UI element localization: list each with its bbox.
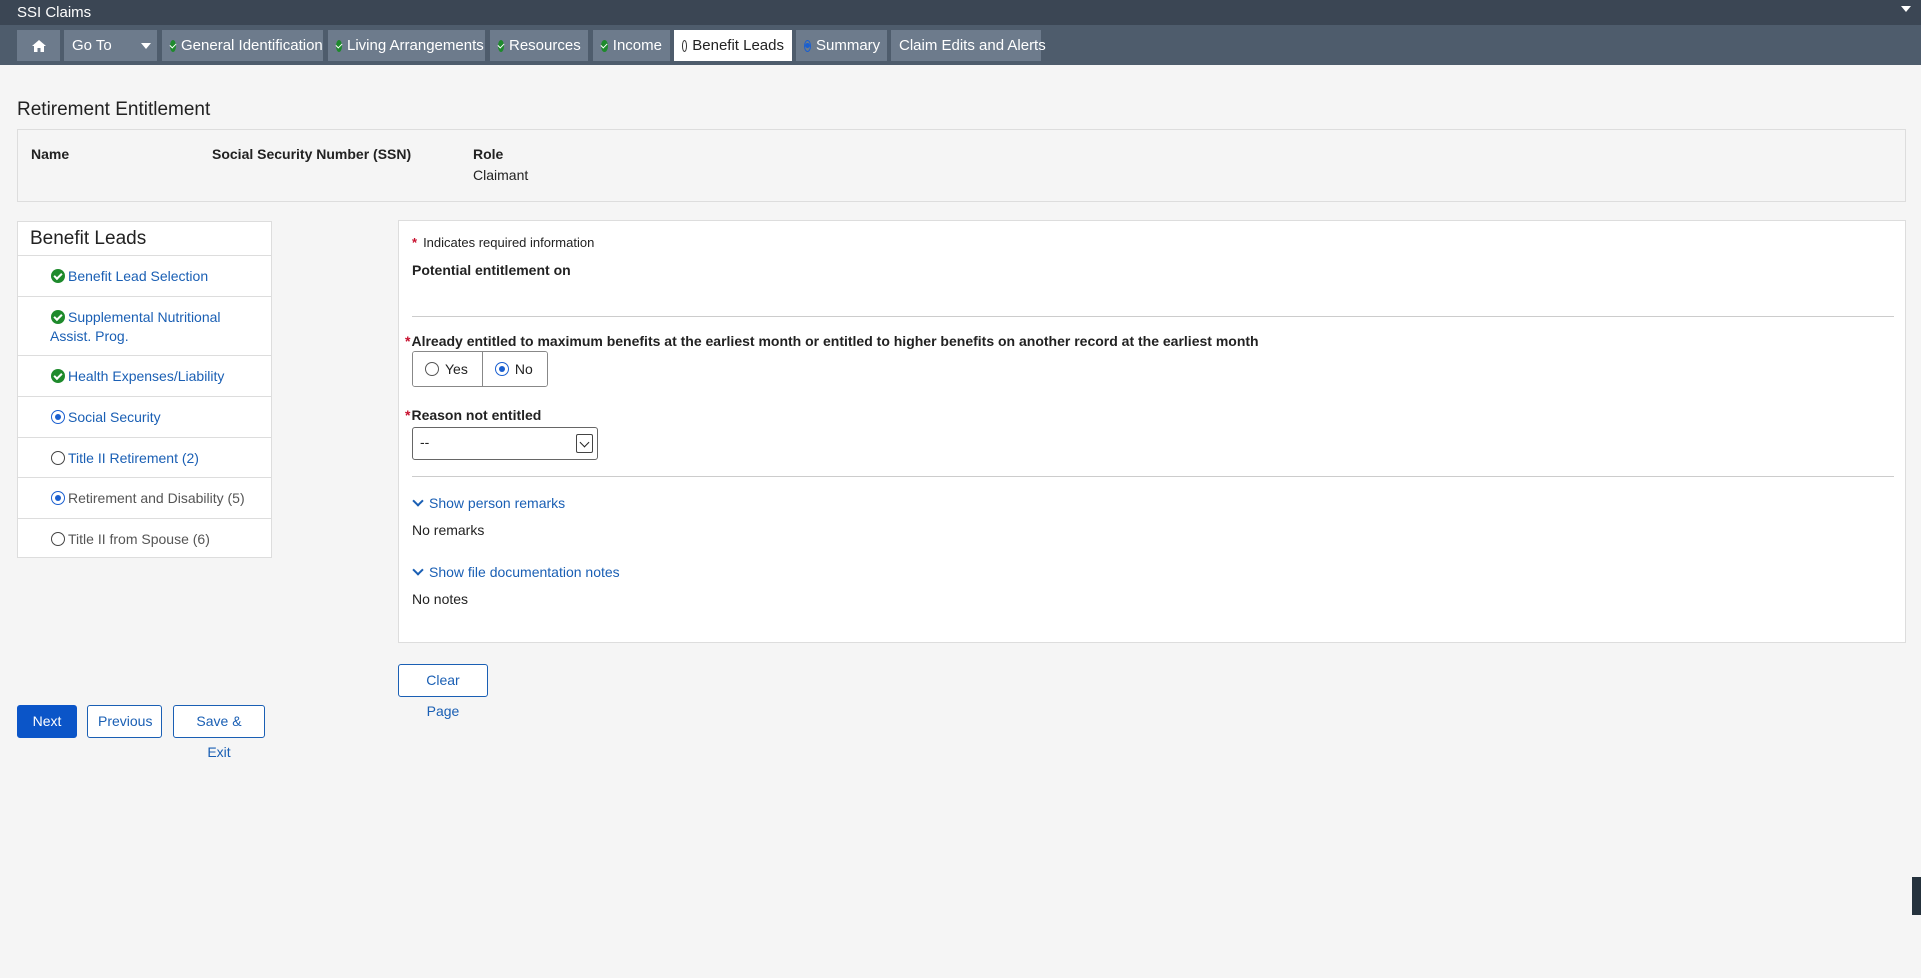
ssn-header: Social Security Number (SSN) [212, 146, 412, 162]
sidebar-item-label: Retirement and Disability (5) [68, 490, 245, 506]
radio-selected-icon [494, 362, 509, 376]
question-text: Already entitled to maximum benefits at … [411, 333, 1259, 349]
divider [412, 476, 1894, 477]
in-progress-icon [51, 491, 65, 505]
tab-benefit-leads[interactable]: Benefit Leads [674, 30, 792, 61]
tab-label: Living Arrangements [347, 37, 484, 54]
tab-label: General Identification [181, 37, 323, 54]
tab-label: Resources [509, 37, 581, 54]
sidebar-item-benefit-lead-selection[interactable]: Benefit Lead Selection [18, 256, 271, 297]
tab-label: Claim Edits and Alerts [899, 37, 1046, 54]
sidebar-item-label: Social Security [68, 409, 161, 425]
tab-general-identification[interactable]: General Identification [162, 30, 323, 61]
in-progress-icon [51, 410, 65, 424]
empty-circle-icon [682, 39, 688, 52]
check-icon [336, 39, 342, 52]
tab-label: Income [612, 37, 662, 54]
main-navigation: Go To General Identification Living Arra… [0, 25, 1921, 65]
sidebar-item-title-ii-retirement[interactable]: Title II Retirement (2) [18, 438, 271, 478]
sidebar-item-label: Title II Retirement (2) [68, 450, 199, 466]
chevron-down-icon [412, 564, 424, 576]
empty-circle-icon [51, 451, 65, 465]
person-summary: Name Social Security Number (SSN) Role C… [17, 129, 1906, 202]
show-file-documentation-notes-link[interactable]: Show file documentation notes [412, 564, 620, 580]
section-heading: Potential entitlement on [412, 262, 571, 278]
goto-label: Go To [72, 37, 112, 54]
required-star: * [412, 235, 418, 250]
sidebar-item-health-expenses[interactable]: Health Expenses/Liability [18, 356, 271, 397]
next-button[interactable]: Next [17, 705, 77, 738]
required-star: * [405, 333, 411, 349]
role-value: Claimant [473, 167, 529, 183]
app-title: SSI Claims [17, 4, 92, 21]
scrollbar-thumb[interactable] [1912, 877, 1921, 915]
tab-resources[interactable]: Resources [490, 30, 588, 61]
home-icon [31, 39, 46, 52]
sidebar-item-label: Supplemental Nutritional Assist. Prog. [50, 309, 221, 344]
radio-no[interactable]: No [481, 352, 547, 386]
required-note-text: Indicates required information [423, 235, 595, 250]
check-icon [498, 39, 504, 52]
tab-label: Summary [816, 37, 881, 54]
radio-label: Yes [445, 361, 468, 377]
remarks-value: No remarks [412, 522, 485, 538]
save-and-exit-button[interactable]: Save & Exit [173, 705, 265, 760]
sidebar-item-label: Title II from Spouse (6) [68, 531, 210, 547]
tab-income[interactable]: Income [593, 30, 670, 61]
check-icon [51, 369, 65, 383]
goto-menu-button[interactable]: Go To [64, 30, 157, 61]
sidebar-title: Benefit Leads [18, 222, 271, 256]
select-value: -- [420, 434, 430, 450]
link-label: Show person remarks [429, 495, 566, 511]
retirement-entitlement-form: * Indicates required information Potentia… [398, 220, 1906, 643]
tab-claim-edits-and-alerts[interactable]: Claim Edits and Alerts [891, 30, 1046, 61]
required-star: * [405, 407, 411, 423]
chevron-down-icon [140, 42, 151, 49]
sidebar-item-label: Benefit Lead Selection [68, 268, 209, 284]
radio-unselected-icon [425, 362, 439, 376]
in-progress-icon [804, 39, 811, 52]
max-benefits-radio-group: Yes No [412, 351, 548, 387]
check-icon [51, 310, 65, 324]
notes-value: No notes [412, 591, 469, 607]
tab-living-arrangements[interactable]: Living Arrangements [328, 30, 485, 61]
page-title: Retirement Entitlement [17, 99, 211, 120]
sidebar-item-retirement-and-disability[interactable]: Retirement and Disability (5) [18, 478, 271, 519]
name-header: Name [31, 146, 70, 162]
radio-yes[interactable]: Yes [413, 352, 482, 386]
check-icon [170, 39, 176, 52]
chevron-down-icon[interactable] [576, 434, 593, 453]
clear-page-button[interactable]: Clear Page [398, 664, 488, 719]
q-max-benefits-label: *Already entitled to maximum benefits at… [405, 333, 1259, 349]
window-menu-caret-icon[interactable] [1901, 6, 1911, 12]
chevron-down-icon [412, 495, 424, 507]
sidebar-item-snap[interactable]: Supplemental Nutritional Assist. Prog. [18, 297, 271, 356]
reason-not-entitled-label: *Reason not entitled [405, 407, 541, 423]
sidebar-item-social-security[interactable]: Social Security [18, 397, 271, 438]
check-icon [51, 269, 65, 283]
radio-label: No [514, 361, 533, 377]
check-icon [601, 39, 608, 52]
empty-circle-icon [51, 532, 65, 546]
sidebar-item-title-ii-from-spouse[interactable]: Title II from Spouse (6) [18, 519, 271, 559]
sidebar-item-label: Health Expenses/Liability [68, 368, 225, 384]
previous-button[interactable]: Previous [87, 705, 162, 738]
reason-not-entitled-select[interactable]: -- [412, 427, 598, 460]
tab-summary[interactable]: Summary [796, 30, 887, 61]
question-text: Reason not entitled [411, 407, 542, 423]
role-header: Role [473, 146, 504, 162]
required-info-note: * Indicates required information [412, 235, 594, 250]
home-button[interactable] [17, 30, 60, 61]
divider [412, 316, 1894, 317]
show-person-remarks-link[interactable]: Show person remarks [412, 495, 565, 511]
benefit-leads-sidebar: Benefit Leads Benefit Lead Selection Sup… [17, 221, 272, 558]
link-label: Show file documentation notes [429, 564, 620, 580]
app-title-bar: SSI Claims [0, 0, 1921, 25]
tab-label: Benefit Leads [692, 37, 784, 54]
